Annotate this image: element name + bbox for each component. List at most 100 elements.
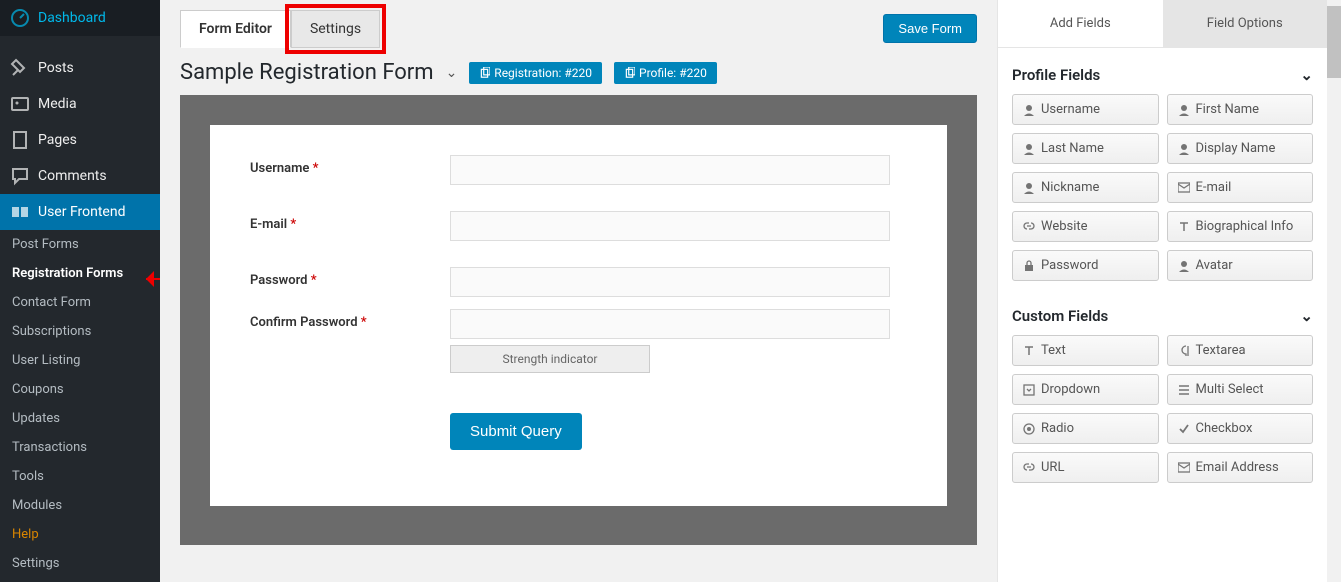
admin-sidebar: Dashboard Posts Media Pages Comments Use… — [0, 0, 160, 582]
sidebar-item-label: Dashboard — [38, 10, 106, 26]
username-input[interactable] — [450, 155, 890, 185]
sidebar-item-label: Pages — [38, 132, 77, 148]
sidebar-item-posts[interactable]: Posts — [0, 50, 160, 86]
field-type-label: Text — [1041, 343, 1066, 358]
field-type-avatar[interactable]: Avatar — [1167, 250, 1314, 281]
sub-user-listing[interactable]: User Listing — [0, 346, 160, 375]
field-type-first-name[interactable]: First Name — [1167, 94, 1314, 125]
sidebar-item-label: Media — [38, 96, 77, 112]
field-type-last-name[interactable]: Last Name — [1012, 133, 1159, 164]
field-email[interactable]: E-mail * — [250, 211, 907, 241]
sub-registration-forms[interactable]: Registration Forms — [0, 259, 160, 288]
sidebar-item-user-frontend[interactable]: User Frontend — [0, 194, 160, 230]
form-canvas: Username * E-mail * Password * Confirm P… — [210, 125, 947, 506]
right-panel: Add Fields Field Options Profile Fields⌄… — [997, 0, 1327, 582]
sub-help[interactable]: Help — [0, 520, 160, 549]
dd-icon — [1023, 384, 1035, 396]
tab-field-options[interactable]: Field Options — [1163, 0, 1328, 48]
comment-icon — [10, 166, 30, 186]
section-profile-fields[interactable]: Profile Fields⌄ — [1012, 60, 1313, 94]
field-type-e-mail[interactable]: E-mail — [1167, 172, 1314, 203]
link-icon — [1023, 221, 1035, 233]
sub-contact-form[interactable]: Contact Form — [0, 288, 160, 317]
sub-transactions[interactable]: Transactions — [0, 433, 160, 462]
editor-tabs: Form Editor Settings — [180, 10, 380, 48]
media-icon — [10, 94, 30, 114]
field-type-textarea[interactable]: Textarea — [1167, 335, 1314, 366]
field-type-label: Checkbox — [1196, 421, 1253, 436]
tab-form-editor[interactable]: Form Editor — [180, 10, 291, 48]
field-type-label: URL — [1041, 460, 1064, 475]
field-type-label: First Name — [1196, 102, 1260, 117]
field-username[interactable]: Username * — [250, 155, 907, 185]
field-type-label: Biographical Info — [1196, 219, 1294, 234]
field-type-checkbox[interactable]: Checkbox — [1167, 413, 1314, 444]
pin-icon — [10, 58, 30, 78]
page-icon — [10, 130, 30, 150]
radio-icon — [1023, 423, 1035, 435]
field-type-label: Multi Select — [1196, 382, 1264, 397]
field-type-label: Nickname — [1041, 180, 1099, 195]
save-form-button[interactable]: Save Form — [883, 14, 977, 43]
user-icon — [1178, 260, 1190, 272]
field-password[interactable]: Password * — [250, 267, 907, 297]
chevron-down-icon[interactable]: ⌄ — [446, 65, 458, 81]
sub-coupons[interactable]: Coupons — [0, 375, 160, 404]
field-type-text[interactable]: Text — [1012, 335, 1159, 366]
vertical-scrollbar[interactable] — [1327, 0, 1341, 582]
field-type-website[interactable]: Website — [1012, 211, 1159, 242]
user-icon — [1023, 182, 1035, 194]
field-type-display-name[interactable]: Display Name — [1167, 133, 1314, 164]
confirm-password-input[interactable] — [450, 309, 890, 339]
user-icon — [1178, 143, 1190, 155]
sidebar-item-media[interactable]: Media — [0, 86, 160, 122]
field-type-username[interactable]: Username — [1012, 94, 1159, 125]
registration-shortcode-pill[interactable]: Registration: #220 — [469, 62, 602, 84]
section-custom-fields[interactable]: Custom Fields⌄ — [1012, 301, 1313, 335]
submit-query-button[interactable]: Submit Query — [450, 413, 582, 450]
field-type-nickname[interactable]: Nickname — [1012, 172, 1159, 203]
sub-settings[interactable]: Settings — [0, 549, 160, 578]
section-title: Profile Fields — [1012, 66, 1100, 84]
field-confirm-password[interactable]: Confirm Password * Strength indicator — [250, 309, 907, 373]
form-title: Sample Registration Form — [180, 60, 434, 85]
dashboard-icon — [10, 8, 30, 28]
field-type-dropdown[interactable]: Dropdown — [1012, 374, 1159, 405]
required-asterisk: * — [311, 273, 317, 288]
field-type-biographical-info[interactable]: Biographical Info — [1167, 211, 1314, 242]
password-input[interactable] — [450, 267, 890, 297]
sub-modules[interactable]: Modules — [0, 491, 160, 520]
profile-shortcode-pill[interactable]: Profile: #220 — [614, 62, 717, 84]
field-type-label: Last Name — [1041, 141, 1104, 156]
sidebar-item-dashboard[interactable]: Dashboard — [0, 0, 160, 36]
required-asterisk: * — [361, 315, 367, 330]
user-icon — [1023, 143, 1035, 155]
sidebar-item-comments[interactable]: Comments — [0, 158, 160, 194]
field-type-url[interactable]: URL — [1012, 452, 1159, 483]
field-type-multi-select[interactable]: Multi Select — [1167, 374, 1314, 405]
sub-post-forms[interactable]: Post Forms — [0, 230, 160, 259]
tab-settings[interactable]: Settings — [291, 10, 380, 48]
sub-tools[interactable]: Tools — [0, 462, 160, 491]
field-type-radio[interactable]: Radio — [1012, 413, 1159, 444]
field-label: Username — [250, 161, 309, 176]
field-type-label: E-mail — [1196, 180, 1232, 195]
tab-add-fields[interactable]: Add Fields — [998, 0, 1163, 48]
sidebar-item-pages[interactable]: Pages — [0, 122, 160, 158]
email-input[interactable] — [450, 211, 890, 241]
field-type-email-address[interactable]: Email Address — [1167, 452, 1314, 483]
text-icon — [1023, 345, 1035, 357]
profile-fields-grid: Username First Name Last Name Display Name N… — [1012, 94, 1313, 281]
user-icon — [1023, 104, 1035, 116]
required-asterisk: * — [290, 217, 296, 232]
scrollbar-thumb[interactable] — [1327, 6, 1341, 78]
chevron-down-icon: ⌄ — [1300, 307, 1313, 325]
custom-fields-grid: Text Textarea Dropdown Multi Select Radio Che… — [1012, 335, 1313, 483]
text-icon — [1178, 221, 1190, 233]
sub-subscriptions[interactable]: Subscriptions — [0, 317, 160, 346]
sub-updates[interactable]: Updates — [0, 404, 160, 433]
sidebar-item-label: Posts — [38, 60, 74, 76]
form-canvas-wrap: Username * E-mail * Password * Confirm P… — [180, 95, 977, 545]
mail-icon — [1178, 182, 1190, 194]
field-type-password[interactable]: Password — [1012, 250, 1159, 281]
